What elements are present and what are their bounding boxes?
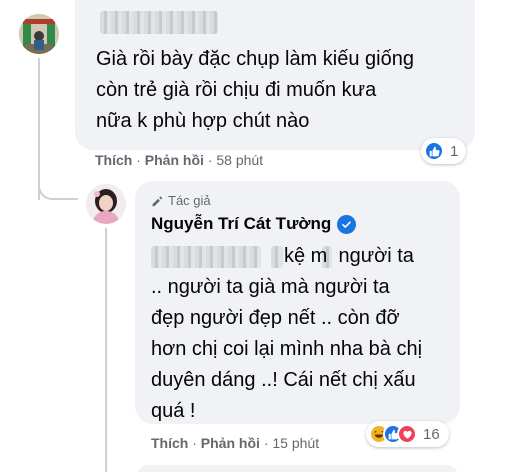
reply-timestamp[interactable]: 15 phút <box>272 435 319 451</box>
like-link[interactable]: Thích <box>151 435 188 451</box>
like-reaction-icon <box>424 141 444 161</box>
verified-badge-icon <box>337 214 357 234</box>
avatar-photo-icon <box>19 14 59 54</box>
comment-text: Già rồi bày đặc chụp làm kiếu giống còn … <box>96 48 414 132</box>
author-badge-label: Tác giả <box>168 193 211 208</box>
reply-actions: Thích · Phản hồi · 15 phút <box>151 435 319 451</box>
blurred-commenter-name <box>100 11 218 34</box>
reply-link[interactable]: Phản hồi <box>145 152 204 168</box>
reaction-count: 16 <box>423 425 440 443</box>
separator-dot: · <box>207 152 213 168</box>
avatar-photo-icon <box>86 184 126 224</box>
blurred-mention <box>271 246 283 268</box>
separator-dot: · <box>263 435 269 451</box>
author-badge: Tác giả <box>151 193 211 208</box>
author-avatar[interactable] <box>86 184 126 224</box>
love-reaction-icon <box>397 424 417 444</box>
reply-link[interactable]: Phản hồi <box>201 435 260 451</box>
comment-actions: Thích · Phản hồi · 58 phút <box>95 152 263 168</box>
author-name: Nguyễn Trí Cát Tường <box>151 214 357 234</box>
next-comment-bubble <box>135 465 460 472</box>
blurred-mention <box>151 246 261 268</box>
reaction-count: 1 <box>450 142 459 160</box>
like-link[interactable]: Thích <box>95 152 132 168</box>
commenter-avatar[interactable] <box>19 14 59 54</box>
reaction-summary[interactable]: 16 <box>366 421 449 447</box>
reply-text-first-line: kệ m người ta <box>284 245 414 267</box>
thread-connector <box>38 170 78 200</box>
separator-dot: · <box>192 435 197 451</box>
pen-icon <box>152 196 163 206</box>
author-name-link[interactable]: Nguyễn Trí Cát Tường <box>151 214 331 234</box>
comment-timestamp[interactable]: 58 phút <box>216 152 263 168</box>
separator-dot: · <box>136 152 141 168</box>
reply-text: .. người ta già mà người ta đẹp người đẹ… <box>151 276 423 422</box>
reaction-summary[interactable]: 1 <box>421 138 467 164</box>
reply-thread-line <box>105 228 107 472</box>
